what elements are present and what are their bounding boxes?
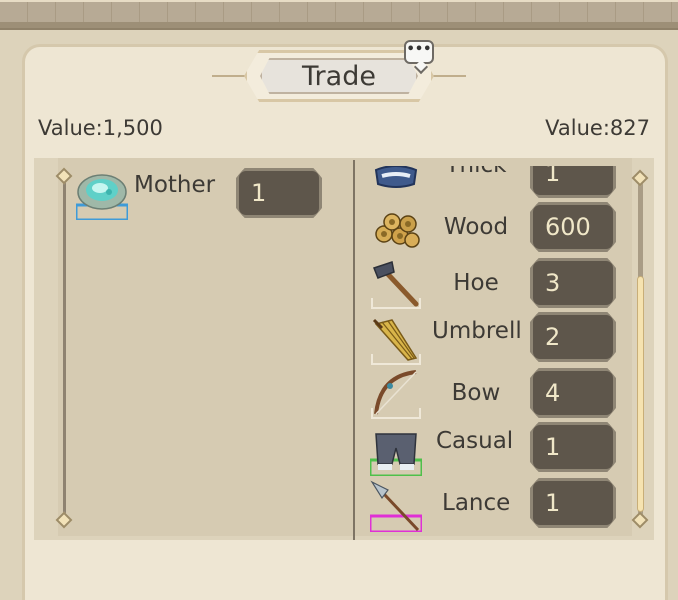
scroll-up-arrow-icon[interactable] [55,167,73,185]
scroll-down-arrow-icon[interactable] [55,511,73,529]
scroll-up-arrow-icon[interactable] [631,169,649,187]
quantity-field[interactable]: 1 [236,168,322,218]
quantity-field[interactable]: 4 [530,368,616,418]
scroll-down-arrow-icon[interactable] [631,511,649,529]
quantity-field[interactable]: 600 [530,202,616,252]
list-item-icon[interactable] [370,258,422,310]
lance-icon [368,480,424,534]
chat-bubble-icon[interactable]: ••• [404,40,434,64]
right-value-label: Value:827 [545,116,650,140]
quantity-field[interactable]: 2 [530,312,616,362]
gem-ore-icon [74,174,130,222]
quantity-field[interactable]: 3 [530,258,616,308]
wood-logs-icon [375,213,420,248]
list-item-name: Mother [134,172,216,198]
quantity-field[interactable]: 1 [530,422,616,472]
quantity-field[interactable]: 1 [530,478,616,528]
list-divider [353,160,355,540]
list-item-icon[interactable] [370,314,422,366]
left-scrollbar[interactable] [55,167,73,530]
list-item-name: Hoe [453,270,499,296]
left-value-label: Value:1,500 [38,116,163,140]
list-item-name: Wood [443,214,509,240]
right-item-list[interactable]: Thick 1 Wood 600 Hoe 3 [356,166,632,536]
list-item-name: Bow [451,380,501,406]
list-item-icon[interactable] [370,368,422,420]
bow-icon [371,370,421,419]
list-item-icon[interactable] [368,424,424,478]
scrollbar-thumb[interactable] [637,276,644,512]
page-title: Trade [302,61,376,92]
list-item-name: Thick [442,166,510,178]
list-item-name: Lance [442,490,511,516]
list-item-name: Casual [436,428,514,454]
right-scrollbar[interactable] [631,169,649,530]
quantity-field[interactable]: 1 [530,166,616,198]
list-item-icon[interactable] [370,204,422,256]
list-item-icon[interactable] [74,168,130,222]
list-item-icon[interactable] [370,166,422,192]
top-frame [0,0,678,30]
hoe-icon [371,261,421,309]
casual-pants-icon [368,433,424,478]
list-item-name: Umbrell [432,318,522,344]
umbrella-icon [371,318,421,365]
list-item-icon[interactable] [368,480,424,534]
thick-cloth-icon [374,166,418,188]
